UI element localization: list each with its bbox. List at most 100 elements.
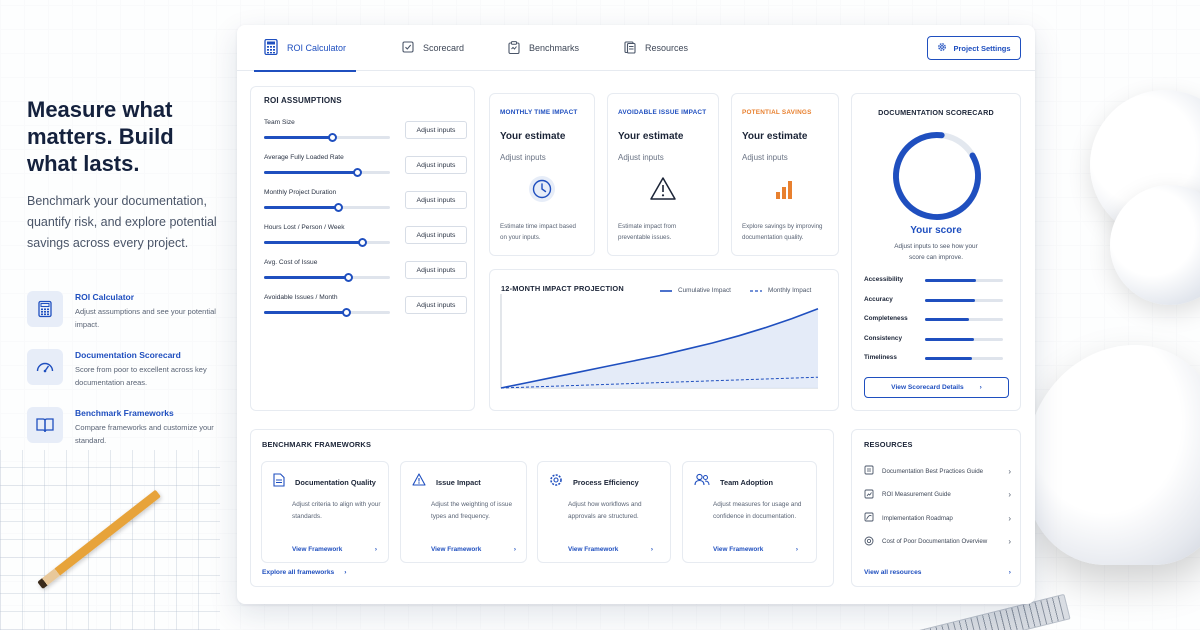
metric-desc: Estimate impact from preventable issues. bbox=[618, 223, 677, 241]
score-bar-fill bbox=[925, 357, 972, 360]
metric-title: MONTHLY TIME IMPACT bbox=[500, 109, 578, 116]
calculator-icon bbox=[27, 291, 63, 327]
adjust-inputs-button[interactable]: Adjust inputs bbox=[405, 261, 467, 279]
score-bar-track bbox=[925, 318, 1003, 321]
score-row: Accessibility bbox=[864, 276, 1004, 288]
metric-desc: Explore savings by improving documentati… bbox=[742, 223, 823, 241]
metric-card-avoidable-issue-impact: AVOIDABLE ISSUE IMPACT Your estimate Adj… bbox=[607, 93, 719, 256]
score-bar-track bbox=[925, 298, 1003, 302]
gear-icon bbox=[937, 42, 947, 54]
metric-title: POTENTIAL SAVINGS bbox=[742, 109, 812, 116]
view-framework-link[interactable]: View Framework › bbox=[431, 546, 516, 553]
warning-icon bbox=[608, 174, 718, 204]
adjust-inputs-button[interactable]: Adjust inputs bbox=[405, 121, 467, 139]
view-framework-link[interactable]: View Framework › bbox=[292, 546, 377, 553]
view-framework-link[interactable]: View Framework › bbox=[713, 546, 798, 553]
adjust-inputs-button[interactable]: Adjust inputs bbox=[405, 226, 467, 244]
explore-all-frameworks-link[interactable]: Explore all frameworks › bbox=[262, 569, 346, 576]
view-framework-link[interactable]: View Framework › bbox=[568, 546, 653, 553]
projection-chart bbox=[500, 294, 819, 389]
score-bar-fill bbox=[925, 298, 975, 302]
hero-subtext: Benchmark your documentation, quantify r… bbox=[27, 194, 217, 250]
project-settings-button[interactable]: Project Settings bbox=[927, 36, 1021, 60]
tab-benchmarks[interactable]: Benchmarks bbox=[508, 25, 579, 71]
feature-title: Benchmark Frameworks bbox=[75, 408, 174, 418]
card-title: ROI ASSUMPTIONS bbox=[264, 96, 342, 105]
feature-documentation-scorecard[interactable]: Documentation Scorecard Score from poor … bbox=[27, 349, 217, 389]
tab-roi-calculator[interactable]: ROI Calculator bbox=[253, 25, 357, 72]
metric-card-potential-savings: POTENTIAL SAVINGS Your estimate Adjust i… bbox=[731, 93, 839, 256]
tab-bar: ROI Calculator Scorecard Benchmarks Reso… bbox=[237, 25, 1035, 72]
assumption-slider[interactable] bbox=[264, 203, 390, 212]
project-settings-label: Project Settings bbox=[953, 43, 1011, 53]
checkbox-icon bbox=[402, 41, 414, 55]
slider-handle[interactable] bbox=[334, 203, 344, 212]
feature-title: Documentation Scorecard bbox=[75, 350, 181, 360]
assumption-row: Average Fully Loaded Rate Adjust inputs bbox=[264, 154, 469, 184]
chevron-right-icon: › bbox=[795, 546, 798, 553]
link-label: Explore all frameworks bbox=[262, 569, 335, 576]
chevron-right-icon: › bbox=[1008, 537, 1011, 546]
tab-resources[interactable]: Resources bbox=[624, 25, 688, 71]
tab-scorecard[interactable]: Scorecard bbox=[402, 25, 464, 71]
slider-handle[interactable] bbox=[344, 273, 354, 282]
feature-desc: Adjust assumptions and see your potentia… bbox=[75, 307, 216, 329]
benchmark-card-header: Issue Impact bbox=[412, 473, 481, 491]
slider-handle[interactable] bbox=[341, 308, 351, 317]
benchmark-card-team-adoption[interactable]: Team Adoption Adjust measures for usage a… bbox=[682, 461, 817, 563]
resource-label: Cost of Poor Documentation Overview bbox=[882, 538, 988, 545]
slider-handle[interactable] bbox=[353, 168, 363, 177]
benchmark-card-desc: Adjust how workflows and approvals are s… bbox=[568, 501, 642, 520]
assumption-slider[interactable] bbox=[264, 273, 390, 282]
score-bar-fill bbox=[925, 337, 975, 341]
feature-roi-calculator[interactable]: ROI Calculator Adjust assumptions and se… bbox=[27, 291, 217, 331]
slider-fill bbox=[264, 171, 358, 174]
chevron-right-icon: › bbox=[344, 569, 347, 576]
assumption-row: Avoidable Issues / Month Adjust inputs bbox=[264, 294, 469, 324]
assumption-slider[interactable] bbox=[264, 133, 390, 142]
resource-label: ROI Measurement Guide bbox=[882, 491, 951, 498]
resource-label: Documentation Best Practices Guide bbox=[882, 467, 984, 475]
resource-item[interactable]: Documentation Best Practices Guide › bbox=[864, 464, 1011, 478]
tab-label: Benchmarks bbox=[529, 43, 580, 53]
impact-projection-card: 12-MONTH IMPACT PROJECTION Cumulative Im… bbox=[489, 269, 839, 411]
slider-fill bbox=[264, 136, 333, 139]
adjust-inputs-button[interactable]: Adjust inputs bbox=[405, 191, 467, 209]
resource-item[interactable]: ROI Measurement Guide › bbox=[864, 488, 1011, 502]
benchmark-card-header: Team Adoption bbox=[694, 473, 773, 491]
score-label: Your score bbox=[910, 225, 962, 236]
assumption-slider[interactable] bbox=[264, 308, 390, 317]
gear-icon bbox=[549, 473, 563, 492]
adjust-inputs-button[interactable]: Adjust inputs bbox=[405, 156, 467, 174]
feature-benchmark-frameworks[interactable]: Benchmark Frameworks Compare frameworks … bbox=[27, 407, 217, 447]
chevron-right-icon: › bbox=[1008, 466, 1011, 476]
assumption-row: Hours Lost / Person / Week Adjust inputs bbox=[264, 224, 469, 254]
book-icon bbox=[27, 407, 63, 443]
view-all-resources-link[interactable]: View all resources › bbox=[864, 569, 1011, 576]
benchmark-card-documentation-quality[interactable]: Documentation Quality Adjust criteria to … bbox=[261, 461, 389, 563]
view-scorecard-details-button[interactable]: View Scorecard Details › bbox=[864, 377, 1009, 398]
benchmark-card-issue-impact[interactable]: Issue Impact Adjust the weighting of issu… bbox=[400, 461, 527, 563]
benchmark-card-process-efficiency[interactable]: Process Efficiency Adjust how workflows a… bbox=[537, 461, 671, 563]
resource-item[interactable]: Implementation Roadmap › bbox=[864, 511, 1011, 525]
slider-handle[interactable] bbox=[328, 133, 338, 142]
book-icon bbox=[864, 465, 874, 477]
slider-handle[interactable] bbox=[358, 238, 368, 247]
score-row: Accuracy bbox=[864, 296, 1004, 308]
document-icon bbox=[273, 473, 285, 492]
score-row: Completeness bbox=[864, 315, 1004, 327]
score-ring-fill bbox=[893, 132, 981, 220]
adjust-inputs-button[interactable]: Adjust inputs bbox=[405, 296, 467, 314]
link-label: View Framework bbox=[292, 546, 343, 553]
feature-title: ROI Calculator bbox=[75, 292, 135, 302]
assumption-slider[interactable] bbox=[264, 238, 390, 247]
benchmark-card-title: Issue Impact bbox=[436, 477, 481, 487]
metric-desc: Estimate time impact based on your input… bbox=[500, 223, 576, 241]
resource-item[interactable]: Cost of Poor Documentation Overview › bbox=[864, 535, 1011, 549]
assumption-slider[interactable] bbox=[264, 168, 390, 177]
link-label: View Framework bbox=[568, 546, 619, 553]
link-label: View all resources bbox=[864, 569, 922, 576]
metric-estimate: Your estimate bbox=[618, 131, 684, 142]
clipboard-icon bbox=[508, 40, 520, 56]
metric-estimate: Your estimate bbox=[500, 131, 566, 142]
